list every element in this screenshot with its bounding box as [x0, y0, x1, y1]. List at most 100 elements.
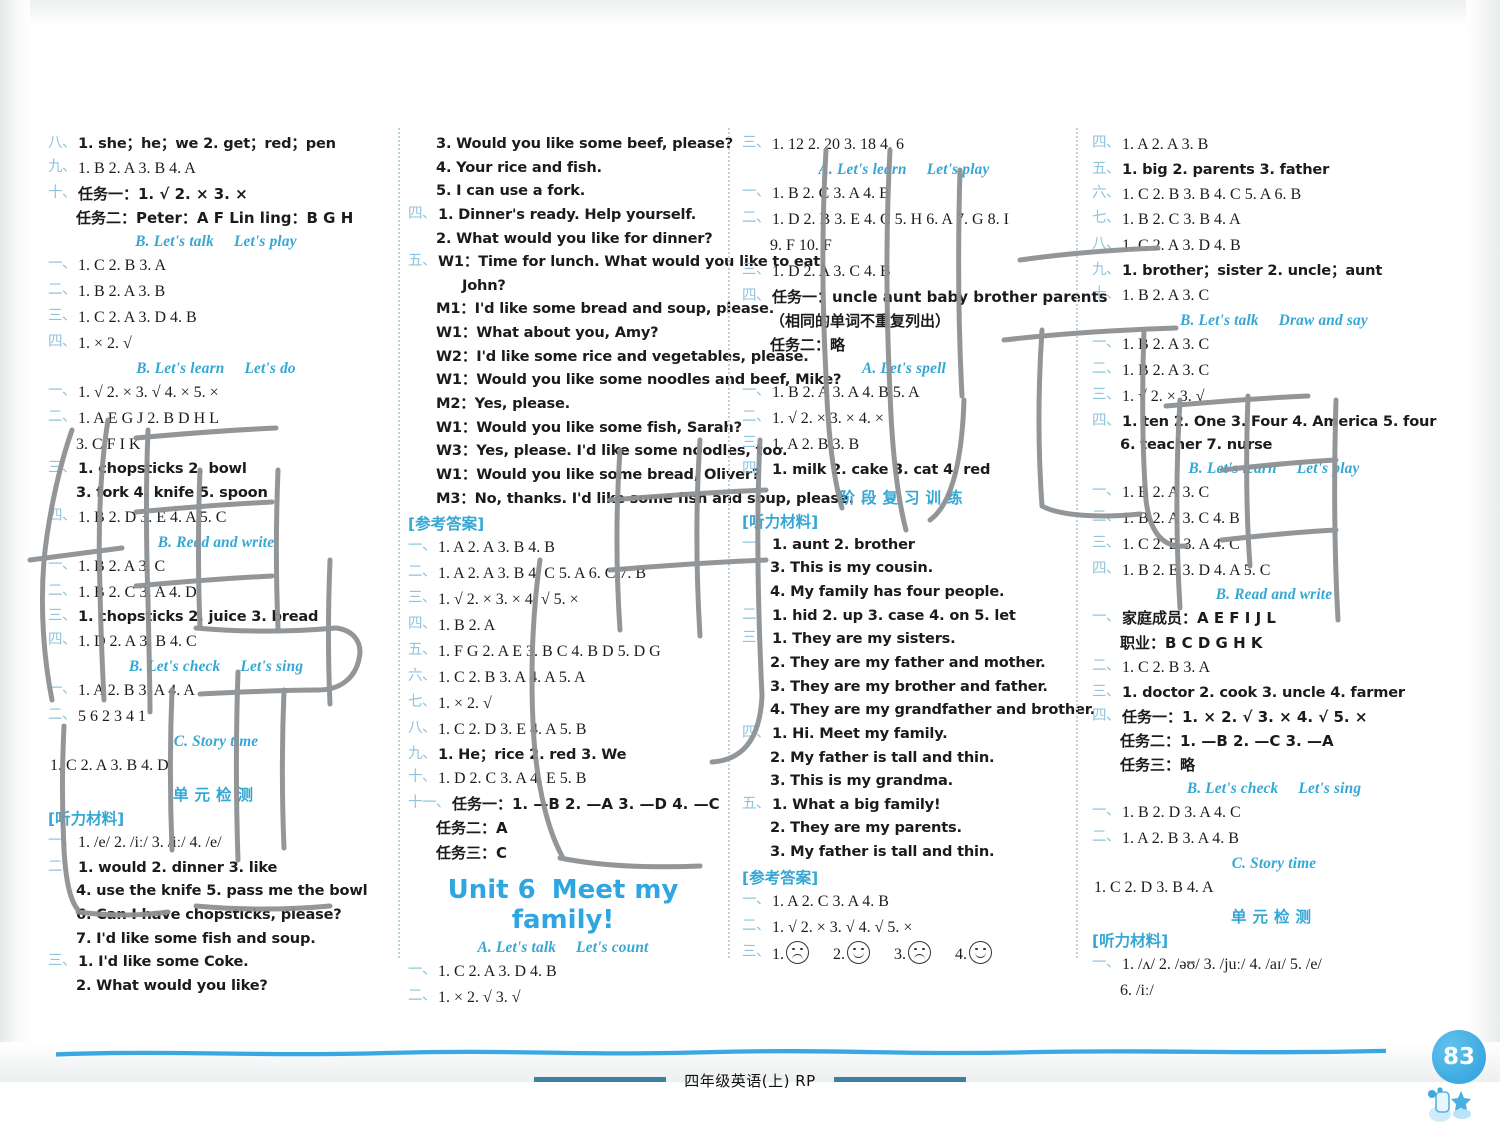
answer-row-number: 二、 — [408, 987, 437, 1004]
answer-row-text: 5 6 2 3 4 1 — [78, 707, 146, 725]
mascot-icon — [1428, 1087, 1471, 1122]
answer-row: 三、 1. chopsticks 2. juice 3. bread — [48, 605, 384, 629]
answer-row: 一、 1. B 2. A 3. A 4. B 5. A — [742, 380, 1066, 406]
answer-row: 一、 1. /e/ 2. /iː/ 3. /iː/ 4. /e/ — [48, 830, 384, 856]
section-heading-secondary: Let's play — [1296, 459, 1360, 477]
answer-row-text: 1. C 2. D 3. E 4. A 5. B — [438, 720, 587, 738]
answer-row-number: 三、 — [48, 307, 77, 324]
answer-row: 2. They are my parents. — [742, 816, 1066, 840]
answer-row-text: M2：Yes, please. — [436, 395, 571, 413]
face-answer-row: 三、 1. 2. 3. 4. — [742, 940, 1066, 968]
section-heading: A. Let's learn Let's play — [742, 161, 1066, 179]
section-heading-primary: B. Read and write — [157, 533, 275, 551]
answer-row-text: 1. B 2. E 3. D 4. A 5. C — [1122, 561, 1271, 579]
answer-row-text: 1. C 2. B 3. A — [1122, 659, 1211, 677]
answer-row: 六、 1. C 2. B 3. A 4. A 5. A — [408, 665, 718, 691]
answer-row-text: 1. C 2. A 3. B 4. D — [50, 756, 169, 774]
section-heading-primary: B. Let's talk — [1180, 311, 1259, 329]
answer-row: 3. This is my grandma. — [742, 769, 1066, 793]
answer-row-number: 三、 — [408, 590, 437, 607]
answer-row-number: 十一、 — [408, 795, 451, 812]
answer-row-number: 一、 — [742, 535, 771, 552]
answer-row-text: 3. They are my brother and father. — [770, 677, 1048, 695]
answer-row: 3. This is my cousin. — [742, 556, 1066, 580]
answer-row-number: 一、 — [48, 256, 77, 273]
answer-row: 二、 1. A E G J 2. B D H L — [48, 406, 384, 432]
answer-row-text: 任务三：略 — [1120, 756, 1196, 775]
answer-row: W3：Yes, please. I'd like some noodles, t… — [408, 439, 788, 463]
answer-row: 八、 1. C 2. A 3. D 4. B — [1092, 233, 1456, 259]
answer-row: 九、 1. He；rice 2. red 3. We — [408, 743, 718, 767]
answer-row: 五、 1. What a big family! — [742, 793, 1066, 817]
answer-row-number: 十、 — [48, 184, 77, 201]
answer-row-text: 1. B 2. D 3. A 4. C — [1122, 804, 1241, 822]
page-edge-top — [0, 0, 1500, 26]
answer-row-text: 1. A E G J 2. B D H L — [78, 409, 219, 427]
answer-row-text: 2. What would you like? — [76, 976, 268, 994]
answer-row-number: 八、 — [48, 135, 77, 151]
answer-row-text: M1：I'd like some bread and soup, please. — [436, 300, 775, 318]
answer-row: 一、 1. C 2. A 3. D 4. B — [408, 959, 718, 985]
answer-row: 二、 1. √ 2. × 3. × 4. × — [742, 406, 1066, 432]
answer-row: 3. C F I K — [48, 432, 384, 458]
bracket-heading: [听力材料] — [1092, 932, 1169, 951]
happy-face-icon — [969, 940, 992, 964]
answer-row: 二、 1. B 2. A 3. C 4. B — [1092, 506, 1456, 532]
answer-row: 2. What would you like? — [48, 974, 384, 998]
answer-row: 四、 任务一：1. × 2. √ 3. × 4. √ 5. × — [1092, 705, 1456, 729]
answer-row-text: 1. brother；sister 2. uncle；aunt — [1122, 262, 1383, 280]
answer-row-text: 1. B 2. C 3. A 4. D — [78, 583, 197, 601]
answer-row-text: 1. big 2. parents 3. father — [1122, 160, 1330, 178]
answer-row: 二、 1. A 2. A 3. B 4. C 5. A 6. C 7. B — [408, 561, 718, 587]
answer-row: 三、 1. C 2. A 3. D 4. B — [48, 305, 384, 331]
answer-row-text: 任务一：1. √ 2. × 3. × — [78, 184, 248, 203]
answer-row-text: 1. × 2. √ — [438, 694, 492, 712]
answer-row: 四、 1. Dinner's ready. Help yourself. — [408, 203, 718, 227]
answer-row: W1：Would you like some noodles and beef,… — [408, 368, 842, 392]
answer-row-number: 二、 — [742, 409, 771, 426]
answer-row: 一、 1. A 2. B 3. A 4. A — [48, 678, 384, 704]
bracket-heading: [参考答案] — [742, 868, 819, 887]
answer-row-text: 1. C 2. B 3. A — [78, 257, 167, 275]
answer-row-text: 1. hid 2. up 3. case 4. on 5. let — [772, 606, 1016, 624]
answer-row-text: 1. aunt 2. brother — [772, 535, 915, 553]
answer-row-number: 二、 — [1092, 360, 1121, 377]
answer-row-text: 3. fork 4. knife 5. spoon — [76, 484, 268, 502]
answer-row-text: W1：Would you like some bread, Oliver? — [436, 465, 761, 483]
bracket-heading: [参考答案] — [408, 515, 485, 534]
answer-row-text: 任务二：A — [436, 819, 508, 838]
answer-row-number: 一、 — [742, 383, 771, 400]
answer-row-text: John? — [462, 276, 506, 294]
section-heading-primary: B. Let's learn — [136, 359, 225, 377]
answer-row-text: 6. Can I have chopsticks, please? — [76, 905, 342, 923]
answer-row-number: 六、 — [408, 667, 437, 684]
section-heading: C. Story time — [1092, 855, 1456, 873]
answer-row: W1：Would you like some bread, Oliver? — [408, 463, 760, 487]
answer-row-number: 一、 — [1092, 803, 1121, 820]
column-2: 3. Would you like some beef, please? 4. Y… — [400, 128, 854, 1006]
answer-row-text: 1. B 2. C 3. B 4. A — [1122, 211, 1241, 229]
answer-row: 三、 1. D 2. A 3. C 4. B — [742, 259, 1066, 285]
answer-row-text: 4. Your rice and fish. — [436, 158, 602, 176]
answer-row: 4. use the knife 5. pass me the bowl — [48, 879, 384, 903]
section-heading: A. Let's spell — [742, 360, 1066, 378]
answer-row-text: 3. This is my cousin. — [770, 559, 933, 577]
section-heading-primary: B. Let's check — [128, 658, 221, 676]
answer-row-number: 二、 — [1092, 508, 1121, 525]
answer-row: 一、 1. B 2. A 3. C — [48, 554, 384, 580]
answer-row: 八、 1. she；he；we 2. get；red；pen — [48, 132, 384, 156]
answer-row-text: 1. D 2. A 3. B 4. C — [78, 633, 197, 651]
answer-row: 4. My family has four people. — [742, 580, 1066, 604]
answer-row-number: 四、 — [1092, 412, 1121, 429]
chinese-section-heading: 阶段复习训练 — [839, 488, 969, 507]
answer-row-text: 任务二：略 — [770, 336, 846, 355]
section-heading-secondary: Let's count — [576, 938, 649, 956]
face-answer-list: 1. 2. 3. 4. — [772, 940, 1066, 968]
answer-row-text: 1. √ 2. × 3. √ 4. √ 5. × — [772, 918, 913, 936]
answer-row: 三、 1. doctor 2. cook 3. uncle 4. farmer — [1092, 681, 1456, 705]
section-heading-primary: C. Story time — [1231, 855, 1317, 873]
section-heading-primary: A. Let's spell — [862, 360, 946, 378]
answer-row-number: 三、 — [48, 608, 77, 625]
chinese-section-heading: 单元检测 — [172, 785, 259, 804]
answer-row: 九、 1. brother；sister 2. uncle；aunt — [1092, 259, 1456, 283]
